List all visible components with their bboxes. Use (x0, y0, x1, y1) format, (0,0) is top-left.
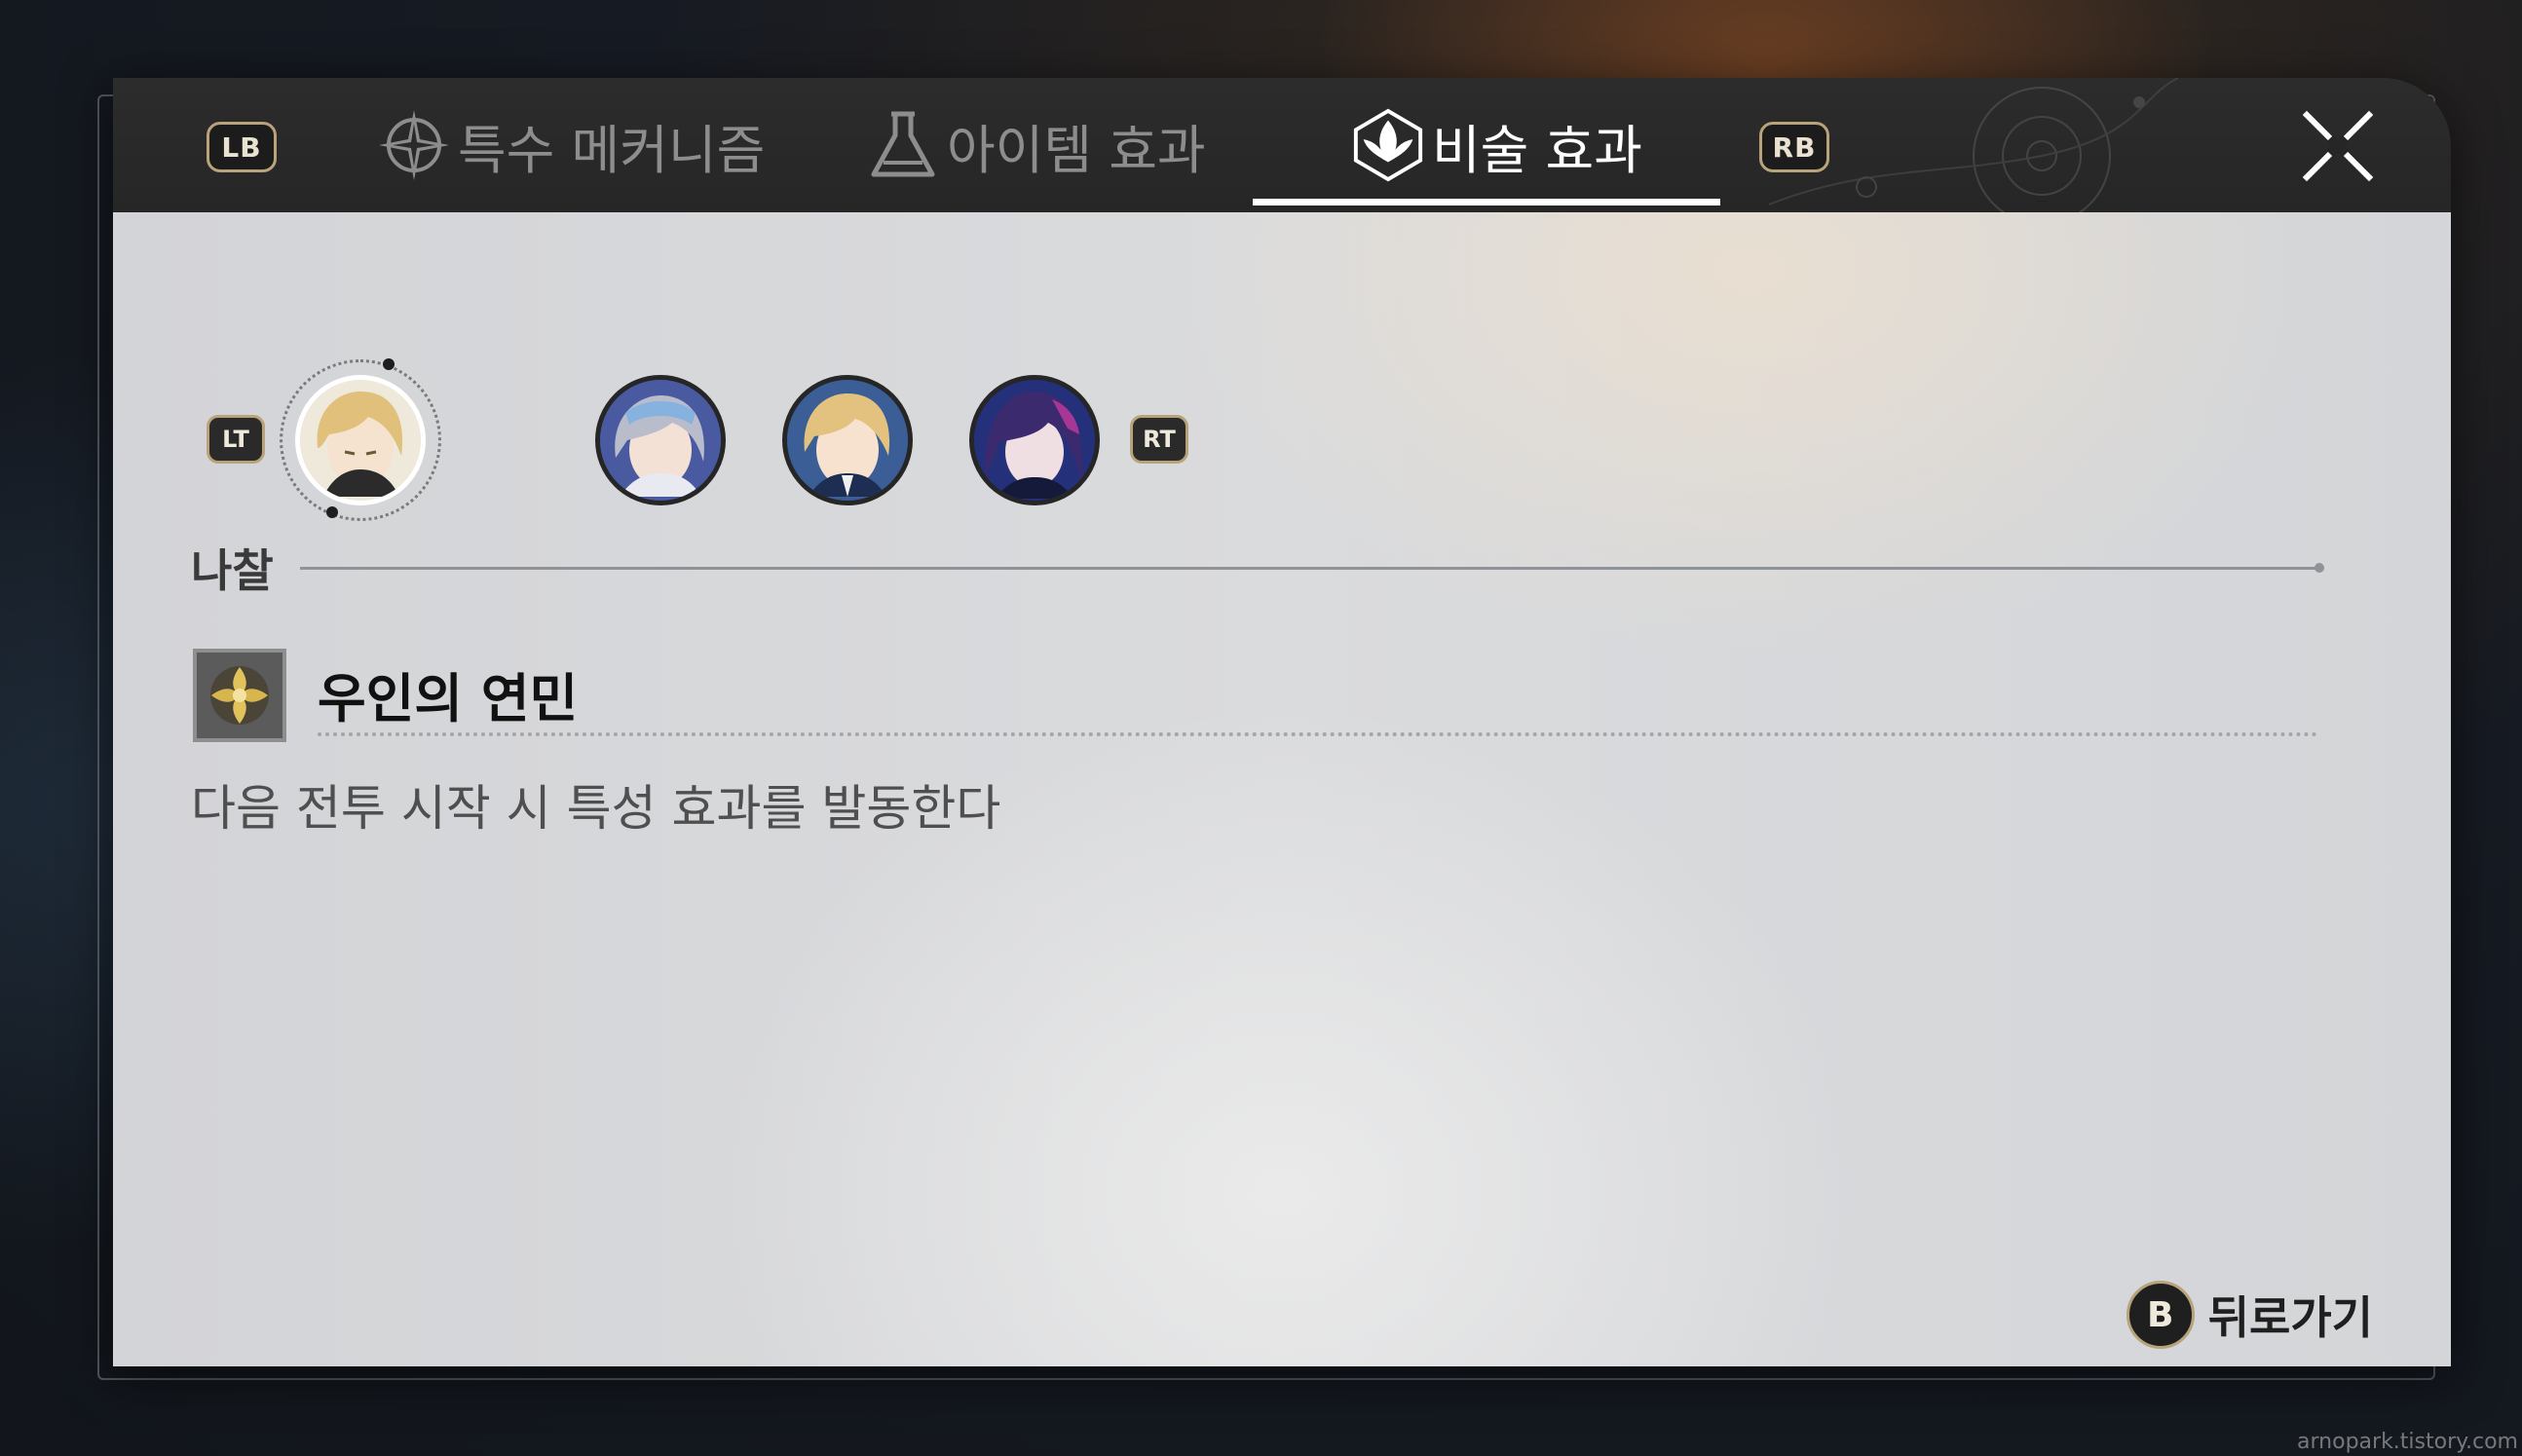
active-tab-underline (1253, 199, 1720, 205)
back-button[interactable]: B 뒤로가기 (2126, 1271, 2373, 1359)
character-portrait (300, 380, 421, 501)
effect-description: 다음 전투 시작 시 특성 효과를 발동한다 (191, 780, 1001, 837)
golden-flower-icon (210, 666, 269, 725)
tab-item-effect[interactable]: 아이템 효과 (865, 78, 1206, 212)
section-title: 나찰 (191, 544, 274, 597)
b-key-badge: B (2126, 1281, 2195, 1349)
tab-special-mechanism[interactable]: 특수 메커니즘 (376, 78, 765, 212)
tab-arcane-effect[interactable]: 비술 효과 (1350, 78, 1642, 212)
section-divider (300, 567, 2318, 570)
tab-label: 비술 효과 (1432, 119, 1642, 181)
lt-button[interactable]: LT (207, 415, 265, 464)
tab-label: 아이템 효과 (947, 119, 1206, 181)
back-label: 뒤로가기 (2207, 1291, 2373, 1344)
effect-dotted-divider (318, 732, 2318, 736)
character-avatar-1[interactable] (295, 375, 426, 505)
effect-icon-frame (193, 649, 286, 742)
flask-icon (865, 107, 941, 183)
close-x-icon (2302, 110, 2374, 182)
close-button[interactable] (2301, 109, 2375, 183)
tab-bar: LB 특수 메커니즘 아이템 효과 비술 효과 RB (113, 78, 2451, 225)
rt-button[interactable]: RT (1130, 415, 1188, 464)
tab-label: 특수 메커니즘 (458, 119, 766, 181)
effects-panel: LB 특수 메커니즘 아이템 효과 비술 효과 RB LT RT 나찰 우인의 … (113, 78, 2451, 1366)
watermark: arnopark.tistory.com (2297, 1430, 2518, 1454)
character-portrait (787, 380, 908, 501)
character-portrait (974, 380, 1095, 501)
content-area: LT RT 나찰 우인의 연민 다음 전투 시작 시 특성 효과를 발동한다 B… (113, 212, 2451, 1366)
section-divider-dot (2315, 563, 2324, 573)
character-portrait (600, 380, 721, 501)
lotus-emblem-icon (1350, 107, 1426, 183)
ring-dot (383, 358, 395, 370)
lb-button[interactable]: LB (207, 122, 277, 172)
character-avatar-3[interactable] (782, 375, 913, 505)
character-avatar-2[interactable] (595, 375, 726, 505)
rb-button[interactable]: RB (1759, 122, 1829, 172)
effect-name: 우인의 연민 (318, 668, 579, 729)
character-avatar-4[interactable] (969, 375, 1100, 505)
compass-star-icon (376, 107, 452, 183)
ring-dot (326, 506, 338, 518)
